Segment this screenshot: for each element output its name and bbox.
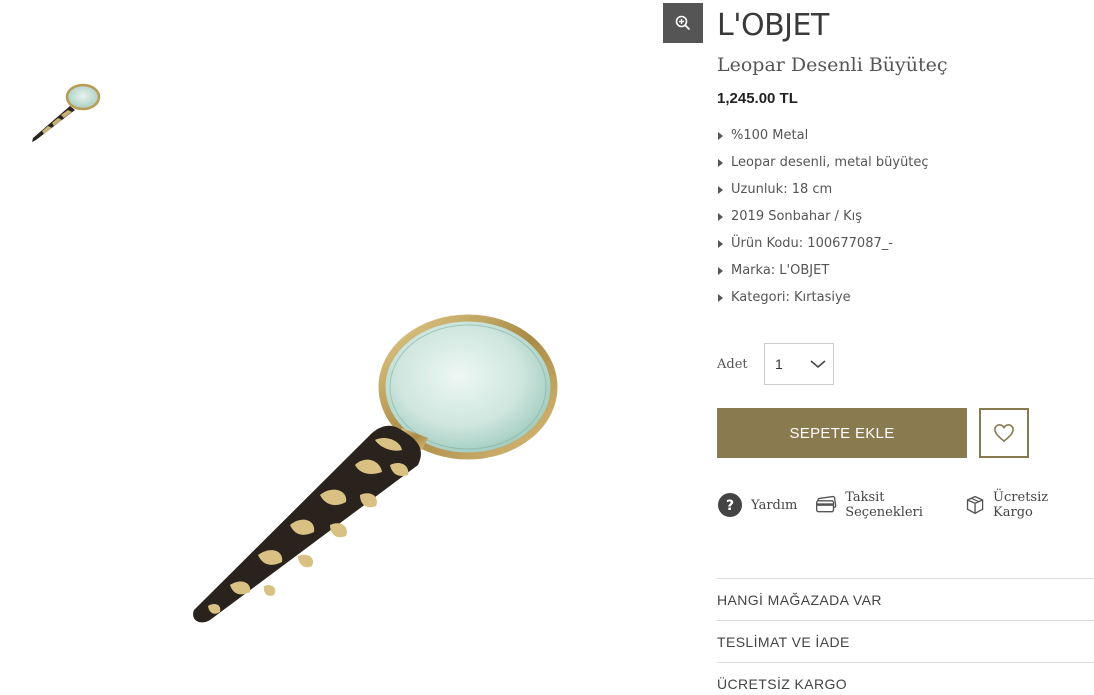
feature-item: %100 Metal bbox=[717, 128, 929, 155]
add-to-cart-button[interactable]: SEPETE EKLE bbox=[717, 408, 967, 458]
feature-item: Ürün Kodu: 100677087_- bbox=[717, 236, 929, 263]
box-icon bbox=[966, 495, 984, 515]
credit-card-icon bbox=[816, 495, 837, 513]
thumbnail-magnifier-image bbox=[32, 83, 101, 142]
feature-item: Marka: L'OBJET bbox=[717, 263, 929, 290]
zoom-in-icon bbox=[675, 15, 691, 31]
help-icon: ? bbox=[718, 493, 742, 517]
free-shipping-label: Ücretsiz Kargo bbox=[993, 490, 1049, 520]
feature-item: Uzunluk: 18 cm bbox=[717, 182, 929, 209]
feature-item: Leopar desenli, metal büyüteç bbox=[717, 155, 929, 182]
heart-icon bbox=[994, 423, 1014, 443]
accordion-store-availability[interactable]: HANGİ MAĞAZADA VAR bbox=[717, 578, 1094, 620]
help-link[interactable]: ? Yardım bbox=[717, 492, 797, 518]
product-accordion: HANGİ MAĞAZADA VAR TESLİMAT VE İADE ÜCRE… bbox=[717, 578, 1094, 695]
product-price: 1,245.00 TL bbox=[717, 90, 798, 107]
product-title: Leopar Desenli Büyüteç bbox=[717, 54, 948, 76]
svg-text:?: ? bbox=[726, 498, 734, 514]
product-main-image bbox=[170, 300, 570, 640]
quantity-label: Adet bbox=[717, 357, 748, 372]
quantity-value: 1 bbox=[775, 356, 783, 372]
installment-options-label: Taksit Seçenekleri bbox=[845, 490, 923, 520]
accordion-delivery-returns[interactable]: TESLİMAT VE İADE bbox=[717, 620, 1094, 662]
help-label: Yardım bbox=[751, 497, 798, 513]
zoom-button[interactable] bbox=[663, 3, 703, 43]
add-to-favorites-button[interactable] bbox=[979, 408, 1029, 458]
installment-options-link[interactable]: Taksit Seçenekleri bbox=[815, 490, 947, 520]
free-shipping-link[interactable]: Ücretsiz Kargo bbox=[965, 490, 1076, 520]
info-links: ? Yardım Taksit Seçenekleri Ücretsiz Kar… bbox=[717, 490, 1094, 520]
accordion-free-shipping[interactable]: ÜCRETSİZ KARGO bbox=[717, 662, 1094, 695]
quantity-select[interactable]: 1 bbox=[764, 343, 834, 385]
brand-name[interactable]: L'OBJET bbox=[717, 8, 829, 43]
feature-item: 2019 Sonbahar / Kış bbox=[717, 209, 929, 236]
chevron-down-icon bbox=[810, 360, 826, 369]
feature-item: Kategori: Kırtasiye bbox=[717, 290, 929, 317]
product-features-list: %100 Metal Leopar desenli, metal büyüteç… bbox=[717, 128, 929, 317]
product-thumbnail[interactable] bbox=[28, 82, 104, 146]
